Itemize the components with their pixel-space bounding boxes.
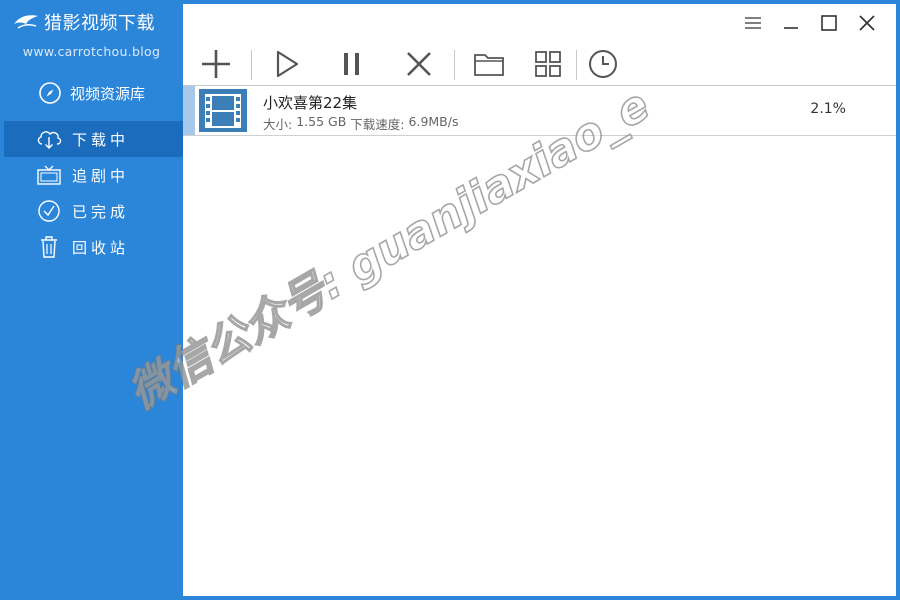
- close-button[interactable]: [848, 12, 886, 34]
- row-selection-marker: [183, 86, 195, 135]
- sidebar-item-label: 已完成: [72, 202, 130, 221]
- toolbar-divider: [576, 50, 577, 80]
- site-url: www.carrotchou.blog: [22, 44, 161, 59]
- toolbar-divider: [454, 50, 455, 80]
- sidebar-item-completed[interactable]: 已完成: [0, 193, 183, 229]
- hamburger-icon: [745, 17, 761, 29]
- maximize-button[interactable]: [810, 12, 848, 34]
- cloud-download-icon: [36, 127, 62, 151]
- sidebar-item-downloading[interactable]: 下载中: [4, 121, 183, 157]
- video-library-link[interactable]: 视频资源库: [38, 80, 145, 106]
- minimize-button[interactable]: [772, 12, 810, 34]
- size-label: 大小:: [263, 117, 293, 132]
- trash-icon: [36, 235, 62, 259]
- download-progress: 2.1%: [810, 101, 846, 117]
- window-controls: [734, 12, 886, 34]
- folder-icon: [474, 54, 504, 76]
- clock-icon: [589, 50, 617, 78]
- pause-icon: [344, 53, 359, 75]
- speed-label: 下载速度:: [350, 117, 405, 132]
- open-folder-button[interactable]: [469, 46, 509, 82]
- toolbar-divider: [251, 50, 252, 80]
- close-icon: [859, 15, 875, 31]
- minimize-icon: [784, 27, 798, 29]
- app-title: 猎影视频下载: [44, 13, 155, 34]
- sidebar-item-label: 回收站: [72, 238, 130, 257]
- delete-button[interactable]: [399, 46, 439, 82]
- pause-button[interactable]: [332, 46, 372, 82]
- grid-icon: [535, 51, 561, 77]
- sidebar-item-label: 追剧中: [72, 166, 130, 185]
- video-thumbnail: [199, 89, 247, 132]
- sidebar-item-label: 下载中: [72, 130, 130, 149]
- tv-icon: [36, 163, 62, 187]
- app-brand: 猎影视频下载: [12, 8, 155, 36]
- size-value: 1.55 GB: [296, 114, 347, 129]
- add-button[interactable]: [196, 46, 236, 82]
- speed-value: 6.9MB/s: [408, 114, 459, 129]
- download-name: 小欢喜第22集: [263, 94, 358, 112]
- grid-view-button[interactable]: [528, 46, 568, 82]
- sidebar-item-recycle-bin[interactable]: 回收站: [0, 229, 183, 265]
- sidebar-nav: 下载中 追剧中 已完成 回收站: [0, 121, 183, 265]
- add-icon: [202, 50, 230, 78]
- maximize-icon: [821, 15, 837, 31]
- play-icon: [276, 50, 299, 78]
- schedule-button[interactable]: [583, 46, 623, 82]
- check-circle-icon: [36, 199, 62, 223]
- start-button[interactable]: [267, 46, 307, 82]
- sidebar: 猎影视频下载 www.carrotchou.blog 视频资源库 下载中 追剧中…: [0, 0, 183, 600]
- main-panel: 小欢喜第22集 大小: 1.55 GB 下载速度: 6.9MB/s 2.1%: [183, 4, 896, 596]
- compass-icon: [39, 82, 61, 104]
- film-icon: [205, 93, 241, 128]
- toolbar: [183, 40, 896, 86]
- video-library-label: 视频资源库: [70, 84, 146, 103]
- bird-logo-icon: [14, 15, 38, 29]
- menu-button[interactable]: [734, 12, 772, 34]
- sidebar-item-following[interactable]: 追剧中: [0, 157, 183, 193]
- delete-icon: [407, 52, 431, 76]
- download-row[interactable]: 小欢喜第22集 大小: 1.55 GB 下载速度: 6.9MB/s 2.1%: [183, 86, 896, 136]
- download-meta: 大小: 1.55 GB 下载速度: 6.9MB/s: [263, 114, 462, 133]
